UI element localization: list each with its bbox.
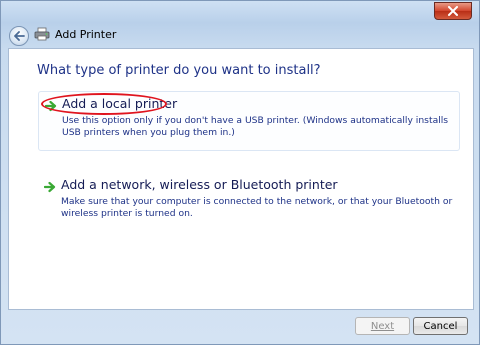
- wizard-content: What type of printer do you want to inst…: [8, 48, 474, 310]
- green-arrow-icon: [44, 181, 56, 193]
- close-button[interactable]: [434, 2, 472, 20]
- back-button[interactable]: [9, 26, 29, 46]
- cancel-button-label: Cancel: [423, 320, 458, 332]
- green-arrow-icon: [45, 100, 57, 112]
- next-button-label: Next: [370, 320, 395, 332]
- option-description: Use this option only if you don't have a…: [62, 115, 449, 138]
- cancel-button[interactable]: Cancel: [413, 317, 468, 335]
- option-description: Make sure that your computer is connecte…: [61, 196, 453, 219]
- wizard-footer: Next Cancel: [8, 310, 472, 342]
- option-title: Add a local printer: [62, 96, 178, 111]
- back-arrow-icon: [14, 31, 25, 41]
- next-button[interactable]: Next: [355, 317, 410, 335]
- page-heading: What type of printer do you want to inst…: [37, 63, 321, 78]
- add-network-printer-option[interactable]: Add a network, wireless or Bluetooth pri…: [38, 173, 458, 233]
- close-icon: [448, 6, 458, 16]
- option-title: Add a network, wireless or Bluetooth pri…: [61, 177, 338, 192]
- add-printer-window: Add Printer What type of printer do you …: [0, 0, 480, 345]
- printer-icon: [34, 27, 50, 41]
- window-title: Add Printer: [55, 28, 117, 41]
- add-local-printer-option[interactable]: Add a local printer Use this option only…: [38, 91, 460, 151]
